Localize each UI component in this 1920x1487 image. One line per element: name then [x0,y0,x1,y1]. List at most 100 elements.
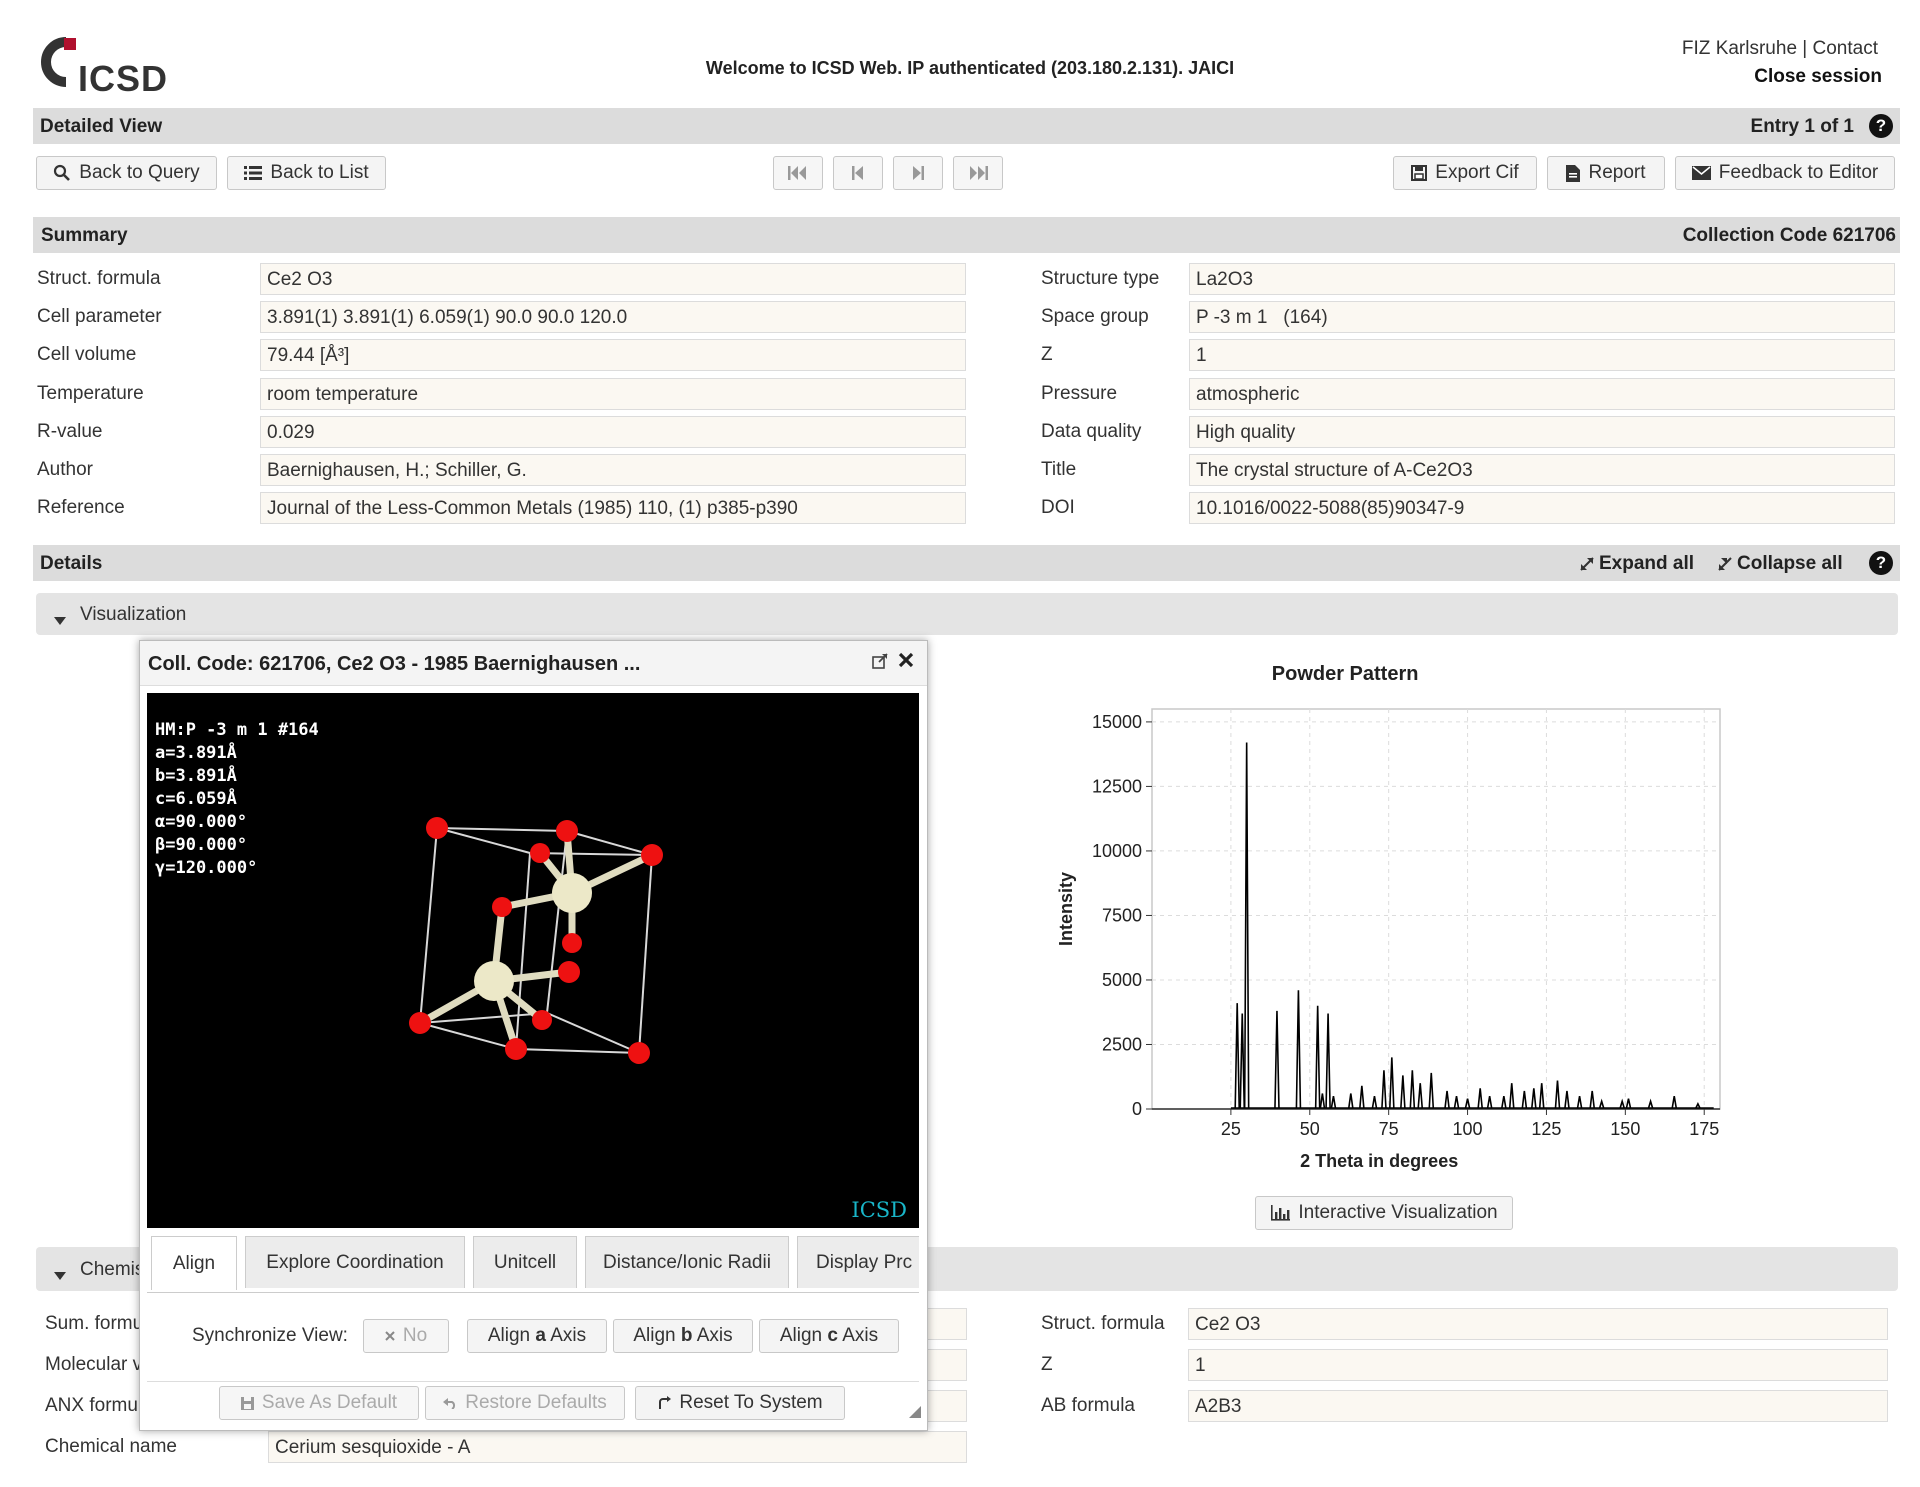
interactive-visualization-button[interactable]: Interactive Visualization [1255,1196,1513,1230]
previous-entry-button[interactable] [833,156,883,190]
align-b-label: Align b Axis [633,1325,732,1347]
cell-volume-field[interactable]: 79.44 [Å³] [260,339,966,371]
back-to-list-button[interactable]: Back to List [227,156,386,190]
z-label: Z [1041,344,1053,365]
export-cif-button[interactable]: Export Cif [1393,156,1537,190]
tab-unitcell[interactable]: Unitcell [473,1236,577,1288]
plot-area [1151,708,1721,1110]
expand-all-button[interactable]: Expand all [1579,553,1694,575]
reset-arrow-icon [657,1396,672,1410]
align-a-axis-button[interactable]: Align a Axis [467,1319,607,1353]
y-tick-label: 7500 [1102,905,1142,925]
cell-parameter-field[interactable]: 3.891(1) 3.891(1) 6.059(1) 90.0 90.0 120… [260,301,966,333]
pressure-field[interactable]: atmospheric [1189,378,1895,410]
crystal-model-image [409,817,663,1064]
resize-handle-icon[interactable] [909,1402,921,1424]
report-button[interactable]: Report [1547,156,1665,190]
x-icon [385,1331,395,1341]
dialog-titlebar[interactable]: Coll. Code: 621706, Ce2 O3 - 1985 Baerni… [140,641,927,686]
x-tick-label: 75 [1379,1119,1399,1139]
chemical-name-label: Chemical name [45,1436,177,1457]
author-field[interactable]: Baernighausen, H.; Schiller, G. [260,454,966,486]
y-tick-label: 0 [1132,1099,1142,1119]
back-to-list-label: Back to List [270,162,369,183]
temperature-field[interactable]: room temperature [260,378,966,410]
visualization-section-header[interactable]: Visualization [36,593,1898,635]
y-tick-label: 10000 [1092,841,1142,861]
struct-formula-field[interactable]: Ce2 O3 [260,263,966,295]
fiz-karlsruhe-link[interactable]: FIZ Karlsruhe [1682,38,1797,59]
title-field[interactable]: The crystal structure of A-Ce2O3 [1189,454,1895,486]
data-quality-label: Data quality [1041,421,1142,442]
temperature-label: Temperature [37,383,144,404]
close-icon[interactable] [898,652,914,674]
chem-z-field[interactable]: 1 [1188,1349,1888,1381]
save-as-default-button[interactable]: Save As Default [219,1386,419,1420]
align-b-axis-button[interactable]: Align b Axis [613,1319,753,1353]
z-field[interactable]: 1 [1189,339,1895,371]
doi-field[interactable]: 10.1016/0022-5088(85)90347-9 [1189,492,1895,524]
x-tick-label: 125 [1531,1119,1561,1139]
popout-icon[interactable] [872,653,888,675]
help-icon[interactable]: ? [1869,114,1893,138]
icsd-logo[interactable]: ICSD [36,36,176,99]
x-tick-label: 50 [1300,1119,1320,1139]
align-a-post: Axis [545,1325,587,1346]
collection-code: Collection Code 621706 [1682,225,1896,246]
space-group-field[interactable]: P -3 m 1 (164) [1189,301,1895,333]
ab-formula-label: AB formula [1041,1395,1135,1416]
detailed-view-title: Detailed View [40,116,163,137]
ab-formula-field[interactable]: A2B3 [1188,1390,1888,1422]
y-tick-label: 12500 [1092,776,1142,796]
x-tick-label: 25 [1221,1119,1241,1139]
contact-link[interactable]: Contact [1813,38,1878,59]
chemical-name-field[interactable]: Cerium sesquioxide - A [268,1431,967,1463]
reset-to-system-label: Reset To System [679,1392,823,1413]
chem-struct-formula-label: Struct. formula [1041,1313,1165,1334]
y-tick-label: 5000 [1102,970,1142,990]
close-session-link[interactable]: Close session [1600,66,1882,88]
tab-distance-ionic-radii[interactable]: Distance/Ionic Radii [585,1236,789,1288]
tab-explore-coordination[interactable]: Explore Coordination [245,1236,465,1288]
link-separator: | [1802,38,1808,59]
y-tick-label: 2500 [1102,1034,1142,1054]
back-to-query-button[interactable]: Back to Query [36,156,217,190]
molecular-weight-label: Molecular v [45,1354,143,1375]
caret-down-icon [54,609,66,631]
details-help-icon[interactable]: ? [1869,551,1893,575]
next-entry-button[interactable] [893,156,943,190]
tab-display-properties[interactable]: Display Prc [797,1236,919,1288]
collapse-all-label: Collapse all [1737,553,1843,574]
undo-icon [443,1397,457,1409]
reference-field[interactable]: Journal of the Less-Common Metals (1985)… [260,492,966,524]
data-quality-field[interactable]: High quality [1189,416,1895,448]
last-entry-button[interactable] [953,156,1003,190]
reset-to-system-button[interactable]: Reset To System [635,1386,845,1420]
structure-type-field[interactable]: La2O3 [1189,263,1895,295]
align-a-pre: Align [487,1325,536,1346]
align-c-axis-button[interactable]: Align c Axis [759,1319,899,1353]
welcome-message: Welcome to ICSD Web. IP authenticated (2… [705,58,1235,78]
details-bar: Details Expand all Collapse all ? [33,545,1900,581]
restore-defaults-button[interactable]: Restore Defaults [425,1386,625,1420]
chem-struct-formula-field[interactable]: Ce2 O3 [1188,1308,1888,1340]
collapse-all-button[interactable]: Collapse all [1717,553,1843,575]
feedback-to-editor-button[interactable]: Feedback to Editor [1675,156,1895,190]
align-c-label: Align c Axis [780,1325,878,1347]
reference-label: Reference [37,497,125,518]
skip-last-icon [968,166,988,180]
crystal-structure-viewer[interactable]: HM:P -3 m 1 #164 a=3.891Å b=3.891Å c=6.0… [147,693,919,1228]
first-entry-button[interactable] [773,156,823,190]
space-group-label: Space group [1041,306,1149,327]
dialog-footer [147,1381,919,1382]
back-to-query-label: Back to Query [79,162,200,183]
chart-title: Powder Pattern [1272,663,1419,685]
r-value-field[interactable]: 0.029 [260,416,966,448]
align-c-pre: Align [779,1325,828,1346]
synchronize-view-toggle[interactable]: No [363,1319,449,1353]
author-label: Author [37,459,93,480]
tab-align[interactable]: Align [151,1236,237,1290]
header-links: FIZ Karlsruhe | Contact [1600,38,1878,60]
floppy-icon [240,1396,254,1410]
step-forward-icon [911,166,925,180]
